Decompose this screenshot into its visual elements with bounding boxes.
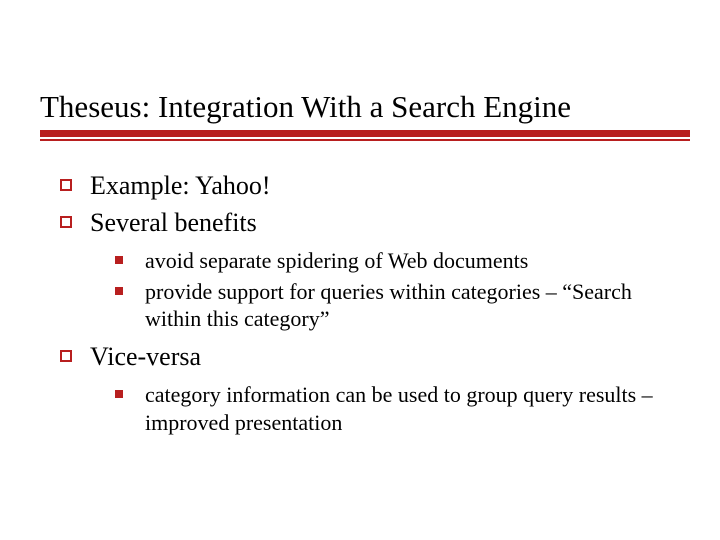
solid-square-icon bbox=[115, 287, 123, 295]
sub-list-item: provide support for queries within categ… bbox=[115, 278, 660, 333]
sub-list-wrap: avoid separate spidering of Web document… bbox=[60, 247, 660, 333]
sub-list-item: category information can be used to grou… bbox=[115, 381, 660, 436]
open-square-icon bbox=[60, 216, 72, 228]
list-item-label: Vice-versa bbox=[90, 341, 201, 374]
sub-list-item: avoid separate spidering of Web document… bbox=[115, 247, 660, 275]
sub-list-item-label: avoid separate spidering of Web document… bbox=[145, 247, 528, 275]
content-area: Example: Yahoo! Several benefits avoid s… bbox=[0, 146, 720, 436]
slide-title: Theseus: Integration With a Search Engin… bbox=[40, 90, 690, 124]
open-square-icon bbox=[60, 179, 72, 191]
bullet-list: Example: Yahoo! Several benefits avoid s… bbox=[60, 170, 660, 436]
solid-square-icon bbox=[115, 256, 123, 264]
sub-list-item-label: provide support for queries within categ… bbox=[145, 278, 660, 333]
list-item: Vice-versa bbox=[60, 341, 660, 374]
list-item: Several benefits bbox=[60, 207, 660, 240]
sub-list-item-label: category information can be used to grou… bbox=[145, 381, 660, 436]
slide: Theseus: Integration With a Search Engin… bbox=[0, 0, 720, 540]
sub-bullet-list: avoid separate spidering of Web document… bbox=[115, 247, 660, 333]
title-rule-thin bbox=[40, 139, 690, 141]
list-item: Example: Yahoo! bbox=[60, 170, 660, 203]
sub-bullet-list: category information can be used to grou… bbox=[115, 381, 660, 436]
list-item-label: Several benefits bbox=[90, 207, 257, 240]
open-square-icon bbox=[60, 350, 72, 362]
title-block: Theseus: Integration With a Search Engin… bbox=[0, 0, 720, 146]
solid-square-icon bbox=[115, 390, 123, 398]
title-rule-thick bbox=[40, 130, 690, 137]
sub-list-wrap: category information can be used to grou… bbox=[60, 381, 660, 436]
list-item-label: Example: Yahoo! bbox=[90, 170, 271, 203]
